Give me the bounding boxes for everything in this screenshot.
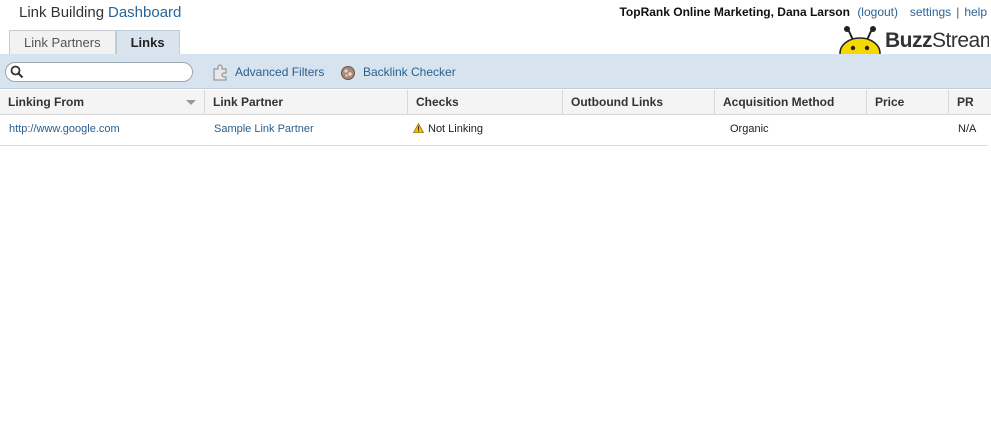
help-link[interactable]: help <box>964 5 987 19</box>
toolbar: Advanced Filters Backlink Checker <box>0 54 991 89</box>
sort-down-icon[interactable] <box>186 100 196 105</box>
puzzle-icon <box>213 64 227 80</box>
link-separator: | <box>956 5 960 19</box>
cell-outbound-links <box>563 116 715 145</box>
column-header-linking-from[interactable]: Linking From <box>0 90 205 115</box>
advanced-filters-label: Advanced Filters <box>235 65 325 79</box>
column-header-pr[interactable]: PR <box>949 90 991 115</box>
bee-icon <box>839 26 881 54</box>
cell-acquisition-method: Organic <box>730 123 769 135</box>
app-title: Link Building <box>19 4 105 21</box>
logout-link[interactable]: (logout) <box>857 5 898 19</box>
dashboard-link[interactable]: Dashboard <box>108 4 181 21</box>
search-input[interactable] <box>26 64 186 80</box>
tab-links[interactable]: Links <box>115 30 180 55</box>
user-name: TopRank Online Marketing, Dana Larson <box>619 5 850 19</box>
cell-linking-from[interactable]: http://www.google.com <box>0 116 205 145</box>
user-info: TopRank Online Marketing, Dana Larson (l… <box>619 5 898 19</box>
cell-link-partner[interactable]: Sample Link Partner <box>205 116 408 145</box>
logo-text: BuzzStream <box>885 29 989 52</box>
top-bar: Link Building Dashboard TopRank Online M… <box>0 0 991 28</box>
cell-checks: Not Linking <box>404 116 563 145</box>
cell-pr: N/A <box>958 123 977 135</box>
advanced-filters-button[interactable]: Advanced Filters <box>212 63 324 81</box>
tab-link-partners[interactable]: Link Partners <box>9 30 116 55</box>
backlink-checker-label: Backlink Checker <box>363 65 456 79</box>
backlink-checker-button[interactable]: Backlink Checker <box>340 63 456 81</box>
column-header-link-partner[interactable]: Link Partner <box>205 90 408 115</box>
table-row[interactable]: http://www.google.com Sample Link Partne… <box>0 116 988 146</box>
settings-link[interactable]: settings <box>910 5 951 19</box>
cell-price <box>867 116 949 145</box>
backlink-checker-icon <box>341 65 355 80</box>
column-header-outbound-links[interactable]: Outbound Links <box>563 90 715 115</box>
column-header-acquisition-method[interactable]: Acquisition Method <box>715 90 867 115</box>
column-header-price[interactable]: Price <box>867 90 949 115</box>
top-links: settings | help <box>910 5 987 19</box>
tab-bar: Link Partners Links <box>9 30 180 55</box>
column-header-checks[interactable]: Checks <box>408 90 563 115</box>
table-header: Linking From Link Partner Checks Outboun… <box>0 90 991 115</box>
buzzstream-logo: BuzzStream <box>837 26 989 54</box>
checks-status: Not Linking <box>428 123 484 135</box>
warning-icon <box>413 123 424 133</box>
search-icon <box>10 65 24 79</box>
column-header-label: Linking From <box>8 95 84 109</box>
search-box[interactable] <box>5 62 193 82</box>
